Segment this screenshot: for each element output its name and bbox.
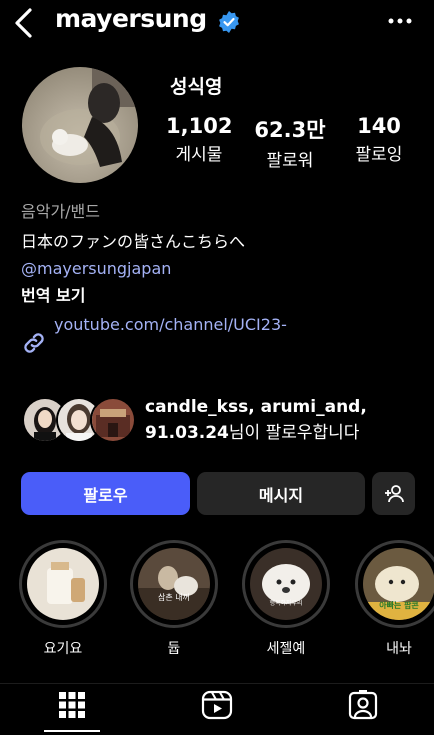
- follower-avatar: [90, 397, 136, 443]
- highlight-thumbnail: 행복하자우리: [250, 548, 322, 620]
- active-tab-indicator: [44, 730, 100, 732]
- tagged-icon[interactable]: [346, 688, 380, 722]
- story-highlight[interactable]: 행복하자우리 세젤예: [242, 540, 330, 658]
- highlight-ring: 행복하자우리: [242, 540, 330, 628]
- profile-category: 음악가/밴드: [21, 202, 100, 221]
- profile-bio: 日本のファンの皆さんこちらへ: [21, 232, 246, 251]
- followed-by-text[interactable]: candle_kss, arumi_and, 91.03.24님이 팔로우합니다: [145, 394, 430, 446]
- highlight-ring: 아빠는 팝콘: [355, 540, 434, 628]
- highlight-thumbnail: [27, 548, 99, 620]
- stat-following-count: 140: [357, 114, 401, 138]
- verified-badge-icon: [219, 11, 239, 33]
- story-highlight[interactable]: 삼촌 내꺼 듑: [130, 540, 218, 658]
- highlight-caption: 아빠는 팝콘: [379, 601, 419, 610]
- followed-by-date: 91.03.24: [145, 423, 229, 443]
- translate-link[interactable]: 번역 보기: [21, 286, 85, 306]
- followed-by-names: candle_kss, arumi_and,: [145, 397, 367, 417]
- stat-followers[interactable]: 62.3만 팔로워: [250, 114, 330, 171]
- grid-icon[interactable]: [55, 688, 89, 722]
- highlight-thumbnail: 삼촌 내꺼: [138, 548, 210, 620]
- followed-by-avatars[interactable]: [22, 397, 136, 443]
- highlight-label: 듑: [167, 641, 181, 657]
- highlight-label: 세젤예: [266, 641, 306, 657]
- highlight-ring: 삼촌 내꺼: [130, 540, 218, 628]
- message-button[interactable]: 메시지: [197, 472, 365, 515]
- stat-posts[interactable]: 1,102 게시물: [166, 114, 232, 165]
- follow-button[interactable]: 팔로우: [21, 472, 190, 515]
- display-name: 성식영: [170, 76, 223, 98]
- stat-followers-count: 62.3만: [254, 118, 326, 142]
- story-highlight[interactable]: 요기요: [19, 540, 107, 658]
- highlight-caption: 삼촌 내꺼: [158, 593, 190, 602]
- chevron-left-icon[interactable]: [8, 6, 38, 40]
- stat-following[interactable]: 140 팔로잉: [346, 114, 412, 165]
- stat-following-label: 팔로잉: [355, 145, 403, 165]
- followed-by-suffix: 님이 팔로우합니다: [228, 423, 360, 443]
- reels-icon[interactable]: [200, 688, 234, 722]
- highlight-label: 내놔: [386, 641, 412, 657]
- add-user-button[interactable]: [372, 472, 415, 515]
- highlight-ring: [19, 540, 107, 628]
- profile-avatar[interactable]: [22, 67, 138, 183]
- more-horizontal-icon[interactable]: [388, 14, 412, 28]
- stat-posts-label: 게시물: [175, 145, 223, 165]
- profile-username: mayersung: [55, 4, 207, 33]
- stat-followers-label: 팔로워: [266, 151, 314, 171]
- highlight-thumbnail: 아빠는 팝콘: [363, 548, 434, 620]
- story-highlight[interactable]: 아빠는 팝콘 내놔: [355, 540, 434, 658]
- highlight-label: 요기요: [43, 641, 83, 657]
- bio-mention-link[interactable]: @mayersungjapan: [21, 259, 171, 279]
- stat-posts-count: 1,102: [166, 114, 233, 138]
- link-icon: [24, 333, 44, 353]
- external-link[interactable]: youtube.com/channel/UCI23-: [54, 315, 287, 334]
- highlight-caption: 행복하자우리: [269, 600, 303, 607]
- add-user-icon: [384, 484, 404, 502]
